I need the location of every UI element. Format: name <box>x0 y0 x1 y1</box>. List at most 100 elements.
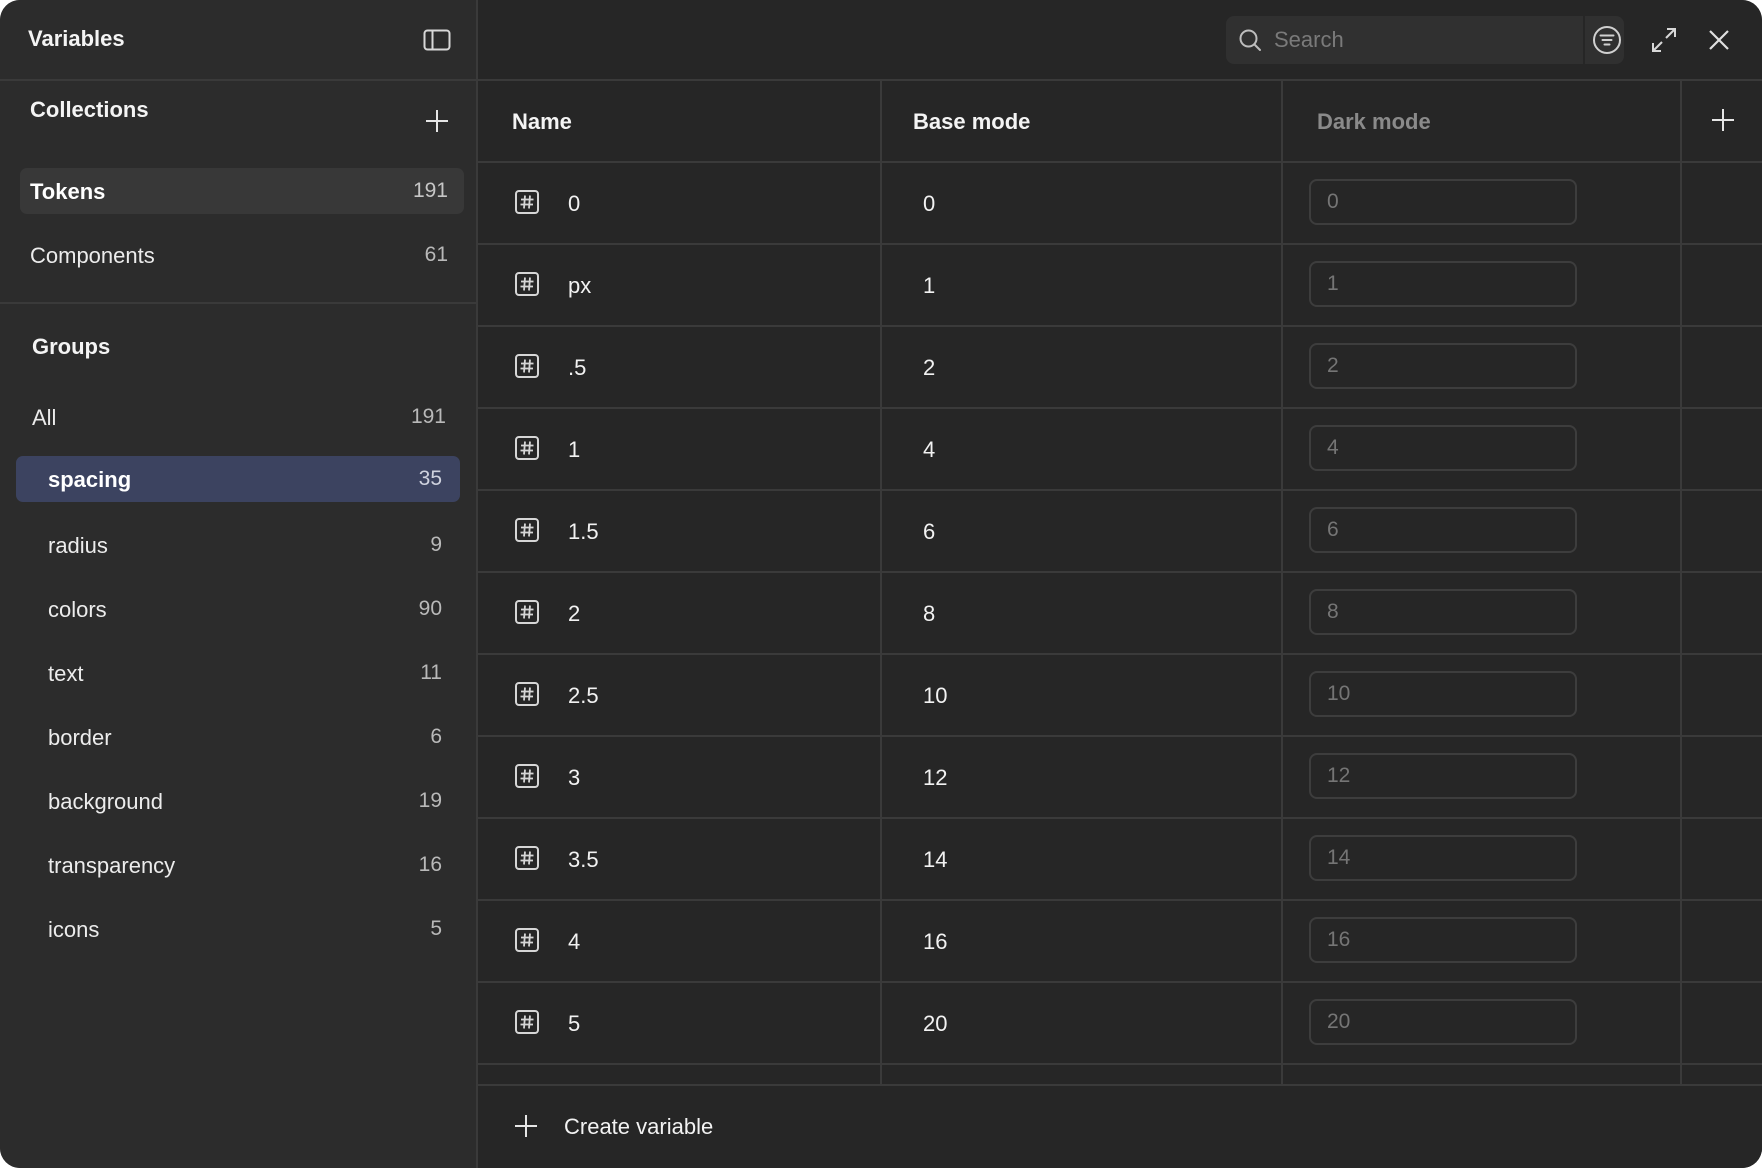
expand-button[interactable] <box>1650 26 1678 54</box>
table-row[interactable]: 28 <box>478 573 1762 655</box>
footer: Create variable <box>478 1084 1762 1168</box>
table-row[interactable]: px 1 <box>478 245 1762 327</box>
group-item-border[interactable]: border 6 <box>16 714 460 760</box>
group-count: 6 <box>430 725 442 748</box>
sidebar-divider <box>0 302 476 304</box>
variable-name[interactable]: 2 <box>568 601 580 627</box>
dark-mode-field[interactable] <box>1309 425 1577 471</box>
add-collection-button[interactable] <box>424 108 450 134</box>
variable-name[interactable]: 3 <box>568 765 580 791</box>
dark-mode-field[interactable] <box>1309 179 1577 225</box>
table-row[interactable]: 00 <box>478 163 1762 245</box>
base-mode-value[interactable]: 20 <box>923 1011 947 1037</box>
group-count: 9 <box>430 533 442 556</box>
dark-mode-field[interactable] <box>1309 917 1577 963</box>
collection-item-tokens[interactable]: Tokens 191 <box>20 168 464 214</box>
group-count: 19 <box>418 789 442 812</box>
table-row[interactable]: 3.5 14 <box>478 819 1762 901</box>
column-header-name[interactable]: Name <box>512 109 572 135</box>
group-label: spacing <box>48 467 132 492</box>
table-row[interactable]: 4 16 <box>478 901 1762 983</box>
collection-label: Tokens <box>30 179 106 204</box>
variable-name[interactable]: .5 <box>568 355 586 381</box>
dark-mode-field[interactable] <box>1309 343 1577 389</box>
group-label: radius <box>48 533 108 558</box>
variable-name[interactable]: 5 <box>568 1011 580 1037</box>
base-mode-value[interactable]: 1 <box>923 273 935 299</box>
expand-icon <box>1652 28 1676 52</box>
search-input[interactable] <box>1274 16 1564 64</box>
create-variable-label: Create variable <box>564 1114 714 1139</box>
dark-mode-field[interactable] <box>1309 589 1577 635</box>
table-row[interactable]: 5 20 <box>478 983 1762 1065</box>
create-variable-button[interactable]: Create variable <box>508 1100 748 1152</box>
table-row[interactable]: .5 2 <box>478 327 1762 409</box>
variable-name[interactable]: px <box>568 273 591 299</box>
window-title: Variables <box>28 26 125 51</box>
collections-title: Collections <box>30 97 149 122</box>
plus-icon <box>1712 109 1734 131</box>
group-item-radius[interactable]: radius 9 <box>16 522 460 568</box>
table-row[interactable]: 3 12 <box>478 737 1762 819</box>
base-mode-value[interactable]: 14 <box>923 847 947 873</box>
table-row[interactable]: 2.5 10 <box>478 655 1762 737</box>
table-header: Name Base mode Dark mode <box>478 81 1762 163</box>
base-mode-value[interactable]: 2 <box>923 355 935 381</box>
group-label: background <box>48 789 163 814</box>
dark-mode-field[interactable] <box>1309 999 1577 1045</box>
variable-name[interactable]: 3.5 <box>568 847 599 873</box>
group-count: 16 <box>418 853 442 876</box>
variables-window: Variables Collections Tokens 191 Compone… <box>0 0 1762 1168</box>
sidebar-header: Variables <box>0 0 476 81</box>
close-icon <box>1709 30 1729 50</box>
number-variable-icon <box>515 190 539 214</box>
variable-name[interactable]: 1 <box>568 437 580 463</box>
group-label: transparency <box>48 853 176 878</box>
collection-label: Components <box>30 243 155 268</box>
sidebar-panel-icon[interactable] <box>423 29 451 51</box>
number-variable-icon <box>515 354 539 378</box>
number-variable-icon <box>515 272 539 296</box>
group-count: 191 <box>410 405 446 428</box>
variable-name[interactable]: 4 <box>568 929 580 955</box>
add-mode-button[interactable] <box>1710 107 1736 133</box>
base-mode-value[interactable]: 0 <box>923 191 935 217</box>
dark-mode-field[interactable] <box>1309 671 1577 717</box>
group-item-colors[interactable]: colors 90 <box>16 586 460 632</box>
number-variable-icon <box>515 846 539 870</box>
number-variable-icon <box>515 436 539 460</box>
base-mode-value[interactable]: 6 <box>923 519 935 545</box>
table-row[interactable]: 1.5 6 <box>478 491 1762 573</box>
dark-mode-field[interactable] <box>1309 753 1577 799</box>
column-header-base-mode[interactable]: Base mode <box>913 109 1030 135</box>
dark-mode-field[interactable] <box>1309 835 1577 881</box>
group-label: colors <box>48 597 107 622</box>
group-item-icons[interactable]: icons 5 <box>16 906 460 952</box>
number-variable-icon <box>515 1010 539 1034</box>
search-box[interactable] <box>1226 16 1624 64</box>
group-label: border <box>48 725 112 750</box>
table-row[interactable]: 14 <box>478 409 1762 491</box>
collection-item-components[interactable]: Components 61 <box>20 232 464 278</box>
groups-title: Groups <box>32 334 111 359</box>
base-mode-value[interactable]: 10 <box>923 683 947 709</box>
base-mode-value[interactable]: 8 <box>923 601 935 627</box>
dark-mode-field[interactable] <box>1309 261 1577 307</box>
base-mode-value[interactable]: 4 <box>923 437 935 463</box>
group-item-background[interactable]: background 19 <box>16 778 460 824</box>
variable-name[interactable]: 0 <box>568 191 580 217</box>
variable-name[interactable]: 2.5 <box>568 683 599 709</box>
column-header-dark-mode[interactable]: Dark mode <box>1317 109 1431 135</box>
group-item-spacing[interactable]: spacing 35 <box>16 456 460 502</box>
group-label: text <box>48 661 84 686</box>
close-button[interactable] <box>1707 28 1731 52</box>
group-item-text[interactable]: text 11 <box>16 650 460 696</box>
sidebar: Variables Collections Tokens 191 Compone… <box>0 0 478 1168</box>
variable-name[interactable]: 1.5 <box>568 519 599 545</box>
filter-button[interactable] <box>1583 16 1629 64</box>
group-item-all[interactable]: All 191 <box>20 394 464 440</box>
group-item-transparency[interactable]: transparency 16 <box>16 842 460 888</box>
dark-mode-field[interactable] <box>1309 507 1577 553</box>
base-mode-value[interactable]: 12 <box>923 765 947 791</box>
base-mode-value[interactable]: 16 <box>923 929 947 955</box>
